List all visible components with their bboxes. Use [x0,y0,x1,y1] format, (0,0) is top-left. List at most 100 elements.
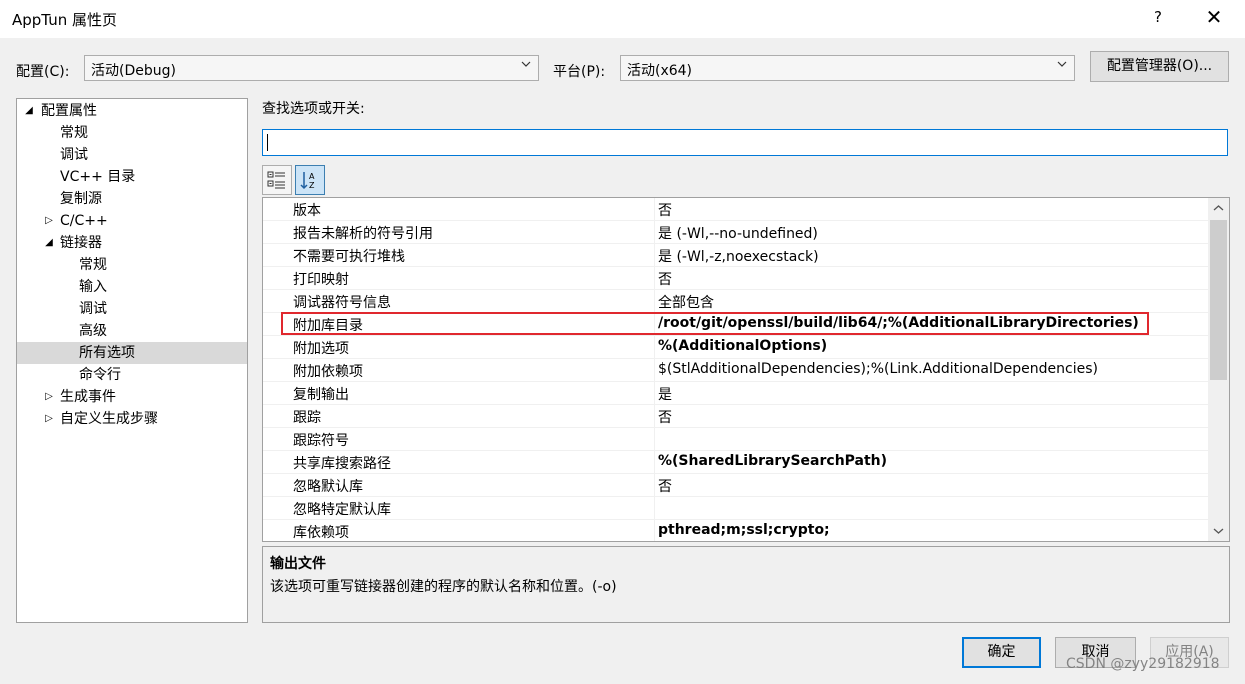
tree-item-cpp[interactable]: ▷ C/C++ [17,210,247,232]
description-panel: 输出文件 该选项可重写链接器创建的程序的默认名称和位置。(-o) [262,546,1230,623]
collapse-triangle-icon[interactable]: ◢ [43,232,55,254]
property-name: 打印映射 [293,272,349,288]
property-name: 共享库搜索路径 [293,456,391,472]
window-title: AppTun 属性页 [12,11,117,29]
categorized-list-icon [267,171,285,189]
property-value[interactable]: pthread;m;ssl;crypto; [658,522,830,538]
tree-item-label: 自定义生成步骤 [60,411,158,427]
watermark: CSDN @zyy29182918 [1066,656,1220,672]
configuration-value: 活动(Debug) [91,63,176,79]
property-name: 附加依赖项 [293,364,363,380]
property-name: 附加选项 [293,341,349,357]
grid-row[interactable]: 跟踪 否 [263,405,1208,428]
grid-row[interactable]: 版本 否 [263,198,1208,221]
tree-item-linker-input[interactable]: 输入 [79,276,107,298]
tree-item-general[interactable]: 常规 [60,122,88,144]
grid-row[interactable]: 共享库搜索路径 %(SharedLibrarySearchPath) [263,451,1208,474]
grid-row[interactable]: 忽略特定默认库 [263,497,1208,520]
description-title: 输出文件 [270,556,326,572]
svg-text:A: A [309,172,315,181]
property-grid: 版本否 报告未解析的符号引用是 (-Wl,--no-undefined) 不需要… [262,197,1230,542]
tree-item-label: C/C++ [60,213,108,229]
grid-row[interactable]: 跟踪符号 [263,428,1208,451]
sort-az-icon: A Z [300,172,315,190]
vertical-scrollbar[interactable] [1208,198,1229,541]
property-name: 调试器符号信息 [293,295,391,311]
alphabetical-sort-button[interactable]: A Z [295,165,325,195]
property-value[interactable]: $(StlAdditionalDependencies);%(Link.Addi… [658,361,1098,377]
grid-row[interactable]: 附加选项 %(AdditionalOptions) [263,336,1208,359]
grid-row[interactable]: 忽略默认库 否 [263,474,1208,497]
text-caret [267,134,268,151]
collapse-triangle-icon[interactable]: ◢ [23,100,35,122]
property-name: 跟踪符号 [293,433,349,449]
scrollbar-thumb[interactable] [1210,220,1227,380]
tree-item-linker-advanced[interactable]: 高级 [79,320,107,342]
search-input[interactable] [262,129,1228,156]
expand-triangle-icon[interactable]: ▷ [43,408,55,430]
grid-row[interactable]: 复制输出 是 [263,382,1208,405]
title-bar: AppTun 属性页 ? ✕ [0,0,1245,38]
tree-item-label: 链接器 [60,235,102,251]
expand-triangle-icon[interactable]: ▷ [43,210,55,232]
tree-item-debugging[interactable]: 调试 [60,144,88,166]
configuration-dropdown[interactable]: 活动(Debug) [84,55,539,81]
tree-item-linker[interactable]: ◢ 链接器 [17,232,247,254]
platform-value: 活动(x64) [627,63,693,79]
property-name: 跟踪 [293,410,321,426]
property-name: 忽略特定默认库 [293,502,391,518]
chevron-up-icon[interactable] [1213,203,1224,214]
property-value[interactable]: 是 (-Wl,-z,noexecstack) [658,246,819,266]
property-name: 复制输出 [293,387,349,403]
chevron-down-icon[interactable] [1213,525,1224,536]
ok-button[interactable]: 确定 [962,637,1041,668]
chevron-down-icon [521,61,531,67]
property-name: 不需要可执行堆栈 [293,249,405,265]
tree-item-command-line[interactable]: 命令行 [79,364,121,386]
close-button[interactable]: ✕ [1202,5,1226,29]
property-value[interactable]: 是 [658,384,672,404]
highlight-box [281,312,1149,335]
property-value[interactable]: 否 [658,269,672,289]
platform-dropdown[interactable]: 活动(x64) [620,55,1075,81]
tree-item-label: 生成事件 [60,389,116,405]
platform-label: 平台(P): [553,64,606,80]
help-button[interactable]: ? [1148,8,1168,26]
tree-item-vc-directories[interactable]: VC++ 目录 [60,166,135,188]
tree-item-config-properties[interactable]: ◢ 配置属性 [17,100,247,122]
grid-row[interactable]: 库依赖项 pthread;m;ssl;crypto; [263,520,1208,541]
search-label: 查找选项或开关: [262,101,365,117]
property-value[interactable]: 否 [658,200,672,220]
configuration-manager-button[interactable]: 配置管理器(O)... [1090,51,1229,82]
property-tree: ◢ 配置属性 常规 调试 VC++ 目录 复制源 ▷ C/C++ ◢ 链接器 常… [16,98,248,623]
grid-row[interactable]: 报告未解析的符号引用 是 (-Wl,--no-undefined) [263,221,1208,244]
tree-item-build-events[interactable]: ▷ 生成事件 [17,386,247,408]
property-value[interactable]: %(SharedLibrarySearchPath) [658,453,887,469]
chevron-down-icon [1057,61,1067,67]
property-value[interactable]: 是 (-Wl,--no-undefined) [658,223,818,243]
tree-item-custom-build-step[interactable]: ▷ 自定义生成步骤 [17,408,247,430]
grid-row[interactable]: 打印映射 否 [263,267,1208,290]
tree-item-copy-sources[interactable]: 复制源 [60,188,102,210]
grid-row[interactable]: 不需要可执行堆栈 是 (-Wl,-z,noexecstack) [263,244,1208,267]
grid-row[interactable]: 附加依赖项 $(StlAdditionalDependencies);%(Link… [263,359,1208,382]
grid-row[interactable]: 调试器符号信息 全部包含 [263,290,1208,313]
property-value[interactable]: %(AdditionalOptions) [658,338,827,354]
svg-text:Z: Z [309,181,315,190]
expand-triangle-icon[interactable]: ▷ [43,386,55,408]
tree-item-all-options[interactable]: 所有选项 [17,342,247,364]
tree-item-label: 配置属性 [41,103,97,119]
property-name: 报告未解析的符号引用 [293,226,433,242]
property-value[interactable]: 全部包含 [658,292,714,312]
description-text: 该选项可重写链接器创建的程序的默认名称和位置。(-o) [270,579,617,595]
property-name: 库依赖项 [293,525,349,541]
property-name: 忽略默认库 [293,479,363,495]
categorized-view-button[interactable] [262,165,292,195]
property-value[interactable]: 否 [658,476,672,496]
property-value[interactable]: 否 [658,407,672,427]
tree-item-label: 所有选项 [79,345,135,361]
tree-item-linker-debugging[interactable]: 调试 [79,298,107,320]
configuration-label: 配置(C): [16,64,70,80]
property-name: 版本 [293,203,321,219]
tree-item-linker-general[interactable]: 常规 [79,254,107,276]
